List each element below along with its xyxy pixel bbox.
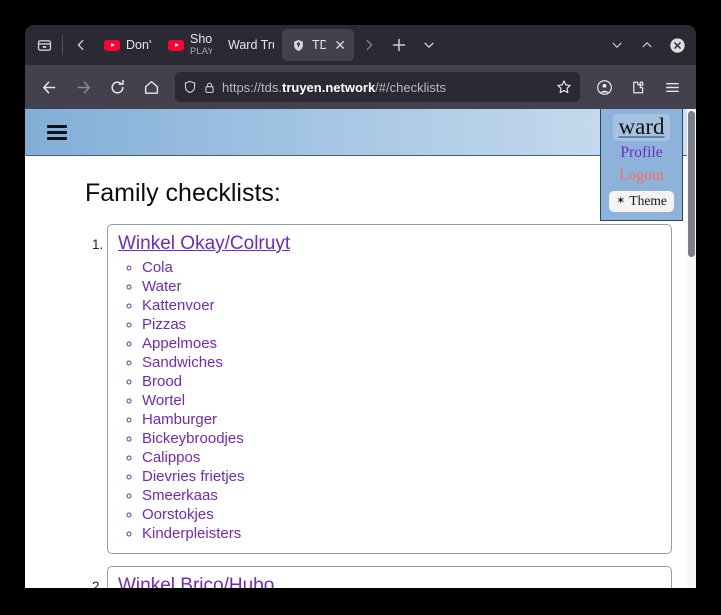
checklist-item[interactable]: Brood (142, 372, 661, 391)
browser-tab-tds-active[interactable]: TD ✕ (282, 29, 354, 61)
checklist-item[interactable]: Hamburger (142, 410, 661, 429)
browser-tab-ward-truyen[interactable]: Ward Tru (220, 29, 282, 61)
checklist-title-link[interactable]: Winkel Brico/Hubo (118, 573, 274, 588)
user-dropdown-panel: ward Profile Logout ✶ Theme (600, 109, 683, 221)
tab-title: Shoul (190, 32, 212, 47)
browser-window: Don't Shoul PLAYIN Ward Tru (25, 25, 696, 588)
checklist-item[interactable]: Cola (142, 258, 661, 277)
checklist-item[interactable]: Kattenvoer (142, 296, 661, 315)
profile-link[interactable]: Profile (620, 143, 662, 164)
desktop-background (0, 588, 721, 615)
checklist-item[interactable]: Dievries frietjes (142, 467, 661, 486)
youtube-icon (168, 37, 184, 53)
window-close-circle-icon[interactable] (662, 31, 692, 59)
youtube-icon (104, 37, 120, 53)
checklist-card: Winkel Brico/HuboBuisIsolatie (trampolin… (107, 566, 672, 588)
checklist-list-item: Winkel Brico/HuboBuisIsolatie (trampolin… (107, 566, 696, 588)
checklist-item[interactable]: Water (142, 277, 661, 296)
extensions-icon[interactable] (622, 71, 654, 103)
browser-tab-youtube-dont[interactable]: Don't (96, 29, 160, 61)
close-icon[interactable]: ✕ (334, 38, 346, 52)
shield-icon (290, 37, 306, 53)
tab-label-group: Don't (126, 38, 152, 52)
checklist-item[interactable]: Wortel (142, 391, 661, 410)
checklist-item[interactable]: Oorstokjes (142, 505, 661, 524)
app-header-bar: ward Profile Logout ✶ Theme (25, 109, 696, 221)
username-label[interactable]: ward (612, 114, 671, 142)
tab-title: Ward Tru (228, 37, 274, 52)
account-circle-icon[interactable] (588, 71, 620, 103)
app-menu-hamburger-icon[interactable] (47, 124, 67, 140)
application-menu-hamburger-icon[interactable] (656, 71, 688, 103)
window-controls (602, 31, 692, 59)
page-scrollbar[interactable] (687, 109, 696, 588)
theme-button-label: Theme (629, 193, 667, 209)
tab-strip: Don't Shoul PLAYIN Ward Tru (25, 25, 696, 65)
window-minimize-icon[interactable] (602, 31, 632, 59)
url-text[interactable]: https://tds.truyen.network/#/checklists (222, 80, 550, 95)
checklist-item[interactable]: Kinderpleisters (142, 524, 661, 543)
checklists-ordered-list: Winkel Okay/ColruytColaWaterKattenvoerPi… (85, 224, 696, 588)
theme-toggle-button[interactable]: ✶ Theme (609, 191, 674, 212)
tracking-protection-shield-icon[interactable] (183, 80, 197, 94)
page-content: Family checklists: Winkel Okay/ColruytCo… (25, 157, 696, 588)
checklist-item[interactable]: Appelmoes (142, 334, 661, 353)
checklist-item[interactable]: Pizzas (142, 315, 661, 334)
checklist-card: Winkel Okay/ColruytColaWaterKattenvoerPi… (107, 224, 672, 555)
checklist-list-item: Winkel Okay/ColruytColaWaterKattenvoerPi… (107, 224, 696, 555)
checklist-item[interactable]: Sandwiches (142, 353, 661, 372)
reload-button[interactable] (101, 71, 133, 103)
sun-icon: ✶ (616, 194, 626, 207)
bookmark-star-icon[interactable] (556, 79, 572, 95)
page-scrollbar-thumb[interactable] (688, 111, 695, 257)
checklist-item[interactable]: Calippos (142, 448, 661, 467)
new-tab-icon[interactable] (384, 31, 414, 59)
page-viewport: ward Profile Logout ✶ Theme Family check… (25, 109, 696, 588)
address-bar[interactable]: https://tds.truyen.network/#/checklists (175, 72, 580, 102)
tab-title: Don't (126, 37, 152, 52)
navigation-toolbar: https://tds.truyen.network/#/checklists (25, 65, 696, 109)
list-all-tabs-chevron-down-icon[interactable] (414, 31, 444, 59)
checklist-items-list: ColaWaterKattenvoerPizzasAppelmoesSandwi… (118, 258, 661, 544)
browser-tab-youtube-shoul[interactable]: Shoul PLAYIN (160, 29, 220, 61)
checklist-title-link[interactable]: Winkel Okay/Colruyt (118, 231, 290, 257)
back-button[interactable] (33, 71, 65, 103)
tab-label-group: Shoul PLAYIN (190, 32, 212, 57)
tab-title: TD (312, 37, 327, 52)
firefox-view-icon[interactable] (29, 31, 59, 59)
checklist-item[interactable]: Smeerkaas (142, 486, 661, 505)
scroll-tabs-right-icon[interactable] (354, 31, 384, 59)
tab-label-group: Ward Tru (228, 38, 274, 52)
logout-link[interactable]: Logout (619, 166, 664, 187)
window-maximize-icon[interactable] (632, 31, 662, 59)
lock-icon[interactable] (203, 81, 216, 94)
tab-label-group: TD (312, 38, 326, 52)
forward-button[interactable] (67, 71, 99, 103)
home-button[interactable] (135, 71, 167, 103)
tab-strip-divider (62, 35, 63, 55)
tab-playing-status: PLAYIN (190, 45, 212, 57)
checklist-item[interactable]: Bickeybroodjes (142, 429, 661, 448)
scroll-tabs-left-icon[interactable] (66, 31, 96, 59)
